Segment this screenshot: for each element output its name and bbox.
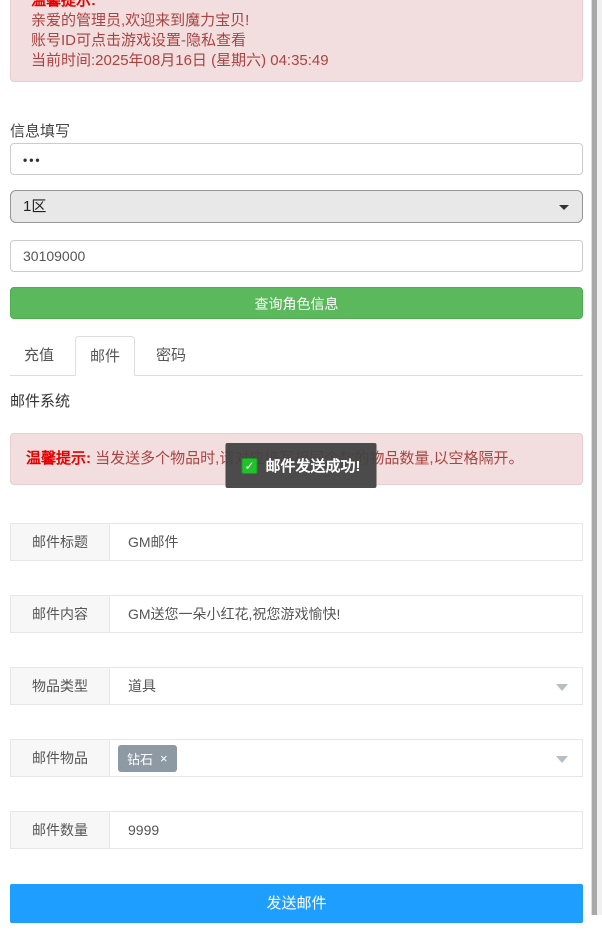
caret-down-icon	[559, 205, 569, 210]
item-type-label: 物品类型	[10, 667, 110, 705]
caret-down-icon	[556, 684, 568, 691]
query-role-button[interactable]: 查询角色信息	[10, 287, 583, 319]
mail-title-input[interactable]: GM邮件	[110, 523, 583, 561]
role-id-value: 30109000	[23, 248, 85, 264]
mail-title-value: GM邮件	[128, 532, 179, 552]
mail-quantity-value: 9999	[128, 822, 159, 838]
mail-content-input[interactable]: GM送您一朵小红花,祝您游戏愉快!	[110, 595, 583, 633]
mail-system-title: 邮件系统	[10, 376, 583, 411]
mail-item-row: 邮件物品 钻石 ×	[10, 739, 583, 777]
item-type-row: 物品类型 道具	[10, 667, 583, 705]
send-mail-button[interactable]: 发送邮件	[10, 884, 583, 923]
tab-recharge[interactable]: 充值	[10, 336, 68, 375]
info-section-label: 信息填写	[10, 120, 583, 141]
server-select[interactable]: 1区	[10, 190, 583, 223]
notice-line-current-time: 当前时间:2025年08月16日 (星期六) 04:35:49	[31, 51, 562, 71]
notice-title: 温馨提示:	[31, 0, 562, 11]
mail-quantity-input[interactable]: 9999	[110, 811, 583, 849]
mail-quantity-label: 邮件数量	[10, 811, 110, 849]
notice-alert: 温馨提示: 亲爱的管理员,欢迎来到魔力宝贝! 账号ID可点击游戏设置-隐私查看 …	[10, 0, 583, 82]
notice-line-account-id: 账号ID可点击游戏设置-隐私查看	[31, 31, 562, 51]
checkbox-checked-icon: ✓	[242, 458, 258, 474]
mail-item-label: 邮件物品	[10, 739, 110, 777]
notice-line-welcome: 亲爱的管理员,欢迎来到魔力宝贝!	[31, 11, 562, 31]
item-type-value: 道具	[128, 676, 156, 696]
toast-text: 邮件发送成功!	[266, 455, 361, 476]
mail-content-row: 邮件内容 GM送您一朵小红花,祝您游戏愉快!	[10, 595, 583, 633]
mail-title-label: 邮件标题	[10, 523, 110, 561]
tab-bar: 充值 邮件 密码	[10, 336, 583, 376]
item-tag-text: 钻石	[127, 749, 153, 768]
mail-tip-title: 温馨提示:	[26, 450, 91, 467]
toast-success: ✓ 邮件发送成功!	[226, 443, 377, 488]
tab-password[interactable]: 密码	[142, 336, 200, 375]
page-scrollbar[interactable]	[591, 0, 602, 915]
mail-content-label: 邮件内容	[10, 595, 110, 633]
mail-item-multiselect[interactable]: 钻石 ×	[110, 739, 583, 777]
password-input[interactable]: •••	[10, 143, 583, 175]
tab-mail[interactable]: 邮件	[75, 336, 135, 376]
scrollbar-thumb[interactable]	[592, 0, 597, 915]
mail-quantity-row: 邮件数量 9999	[10, 811, 583, 849]
item-tag: 钻石 ×	[118, 745, 177, 772]
mail-content-value: GM送您一朵小红花,祝您游戏愉快!	[128, 604, 340, 624]
item-type-select[interactable]: 道具	[110, 667, 583, 705]
tag-remove-icon[interactable]: ×	[160, 751, 168, 766]
mail-title-row: 邮件标题 GM邮件	[10, 523, 583, 561]
server-select-value: 1区	[23, 198, 46, 215]
password-masked-value: •••	[23, 153, 42, 167]
role-id-input[interactable]: 30109000	[10, 240, 583, 272]
caret-down-icon	[556, 756, 568, 763]
mail-form: 邮件标题 GM邮件 邮件内容 GM送您一朵小红花,祝您游戏愉快! 物品类型 道具…	[10, 523, 583, 923]
